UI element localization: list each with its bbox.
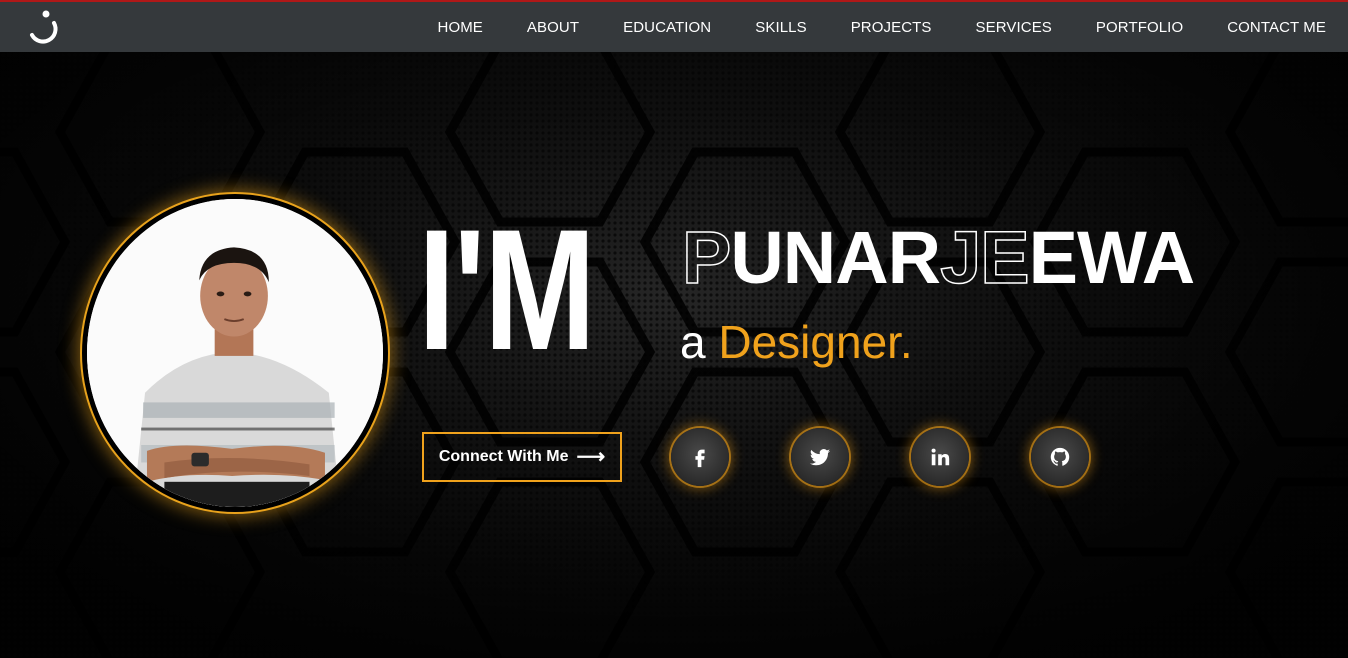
nav-home[interactable]: HOME: [438, 19, 483, 36]
linkedin-icon: [931, 448, 950, 466]
connect-label: Connect With Me: [438, 448, 569, 465]
github-icon: [1050, 447, 1070, 466]
name-outline-1: P: [681, 216, 732, 299]
github-link[interactable]: [1031, 428, 1089, 486]
twitter-link[interactable]: [791, 428, 849, 486]
arrow-right-icon: ⟶: [576, 446, 606, 468]
linkedin-link[interactable]: [911, 428, 969, 486]
nav-skills[interactable]: SKILLS: [755, 19, 806, 36]
nav-menu: HOME ABOUT EDUCATION SKILLS PROJECTS SER…: [438, 19, 1326, 36]
headline-subtitle: a Designer.: [680, 314, 913, 370]
headline-im: I'M: [418, 194, 596, 386]
facebook-icon: [695, 449, 705, 468]
navbar: HOME ABOUT EDUCATION SKILLS PROJECTS SER…: [0, 2, 1348, 52]
subtitle-prefix: a: [680, 316, 719, 368]
profile-portrait: [82, 194, 388, 512]
headline-name: PUNARJEEWA: [681, 216, 1196, 299]
j-logo-icon[interactable]: [24, 7, 64, 47]
facebook-link[interactable]: [671, 428, 729, 486]
nav-portfolio[interactable]: PORTFOLIO: [1096, 19, 1183, 36]
subtitle-role: Designer.: [718, 316, 913, 368]
name-solid-1: UNAR: [730, 216, 941, 299]
nav-projects[interactable]: PROJECTS: [851, 19, 932, 36]
nav-services[interactable]: SERVICES: [976, 19, 1052, 36]
nav-education[interactable]: EDUCATION: [623, 19, 711, 36]
connect-with-me-button[interactable]: Connect With Me ⟶: [422, 432, 622, 482]
name-solid-2: EWA: [1028, 216, 1196, 299]
twitter-icon: [809, 449, 831, 466]
nav-about[interactable]: ABOUT: [527, 19, 579, 36]
hero-section: I'M PUNARJEEWA a Designer. Connect With …: [0, 52, 1348, 658]
name-outline-2: JE: [939, 216, 1030, 299]
nav-contact[interactable]: CONTACT ME: [1227, 19, 1326, 36]
